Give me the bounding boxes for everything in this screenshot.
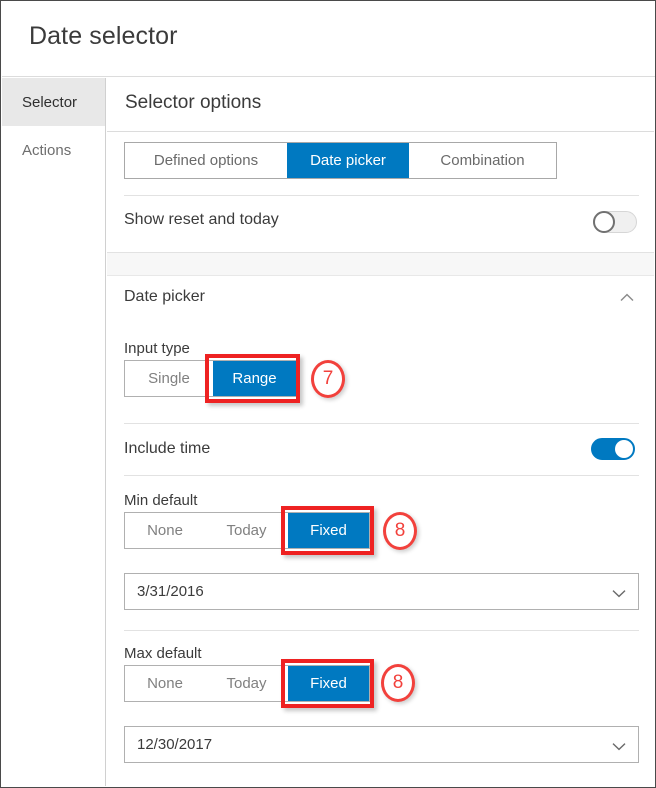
page-title: Date selector bbox=[29, 22, 178, 50]
annotation-marker-8-max: 8 bbox=[381, 664, 415, 702]
section-header-date-picker[interactable]: Date picker bbox=[107, 276, 654, 320]
toggle-knob bbox=[593, 211, 615, 233]
max-default-date-combobox[interactable]: 12/30/2017 bbox=[124, 726, 639, 763]
max-default-option-today[interactable]: Today bbox=[205, 666, 288, 701]
include-time-toggle[interactable] bbox=[591, 438, 635, 460]
segment-label: None bbox=[147, 675, 183, 692]
tab-label: Defined options bbox=[153, 152, 259, 169]
divider bbox=[124, 423, 639, 424]
min-default-date-combobox[interactable]: 3/31/2016 bbox=[124, 573, 639, 610]
min-default-label: Min default bbox=[124, 492, 198, 509]
selector-mode-tabs: Defined options Date picker Combination bbox=[124, 142, 557, 179]
max-default-option-none[interactable]: None bbox=[125, 666, 205, 701]
max-default-label: Max default bbox=[124, 645, 202, 662]
chevron-down-icon[interactable] bbox=[612, 742, 626, 751]
divider bbox=[124, 630, 639, 631]
sidebar-item-actions[interactable]: Actions bbox=[2, 126, 105, 174]
input-type-option-range[interactable]: Range bbox=[213, 361, 296, 396]
tab-combination[interactable]: Combination bbox=[409, 143, 556, 178]
tab-date-picker[interactable]: Date picker bbox=[287, 143, 409, 178]
input-type-option-single[interactable]: Single bbox=[125, 361, 213, 396]
min-default-date-value: 3/31/2016 bbox=[137, 583, 204, 600]
segment-label: Range bbox=[232, 370, 277, 387]
min-default-option-today[interactable]: Today bbox=[205, 513, 288, 548]
max-default-segmented-control: None Today Fixed bbox=[124, 665, 370, 702]
section-title: Date picker bbox=[124, 288, 205, 305]
segment-label: None bbox=[147, 522, 183, 539]
tab-label: Combination bbox=[440, 152, 525, 169]
panel-header: Selector options bbox=[107, 78, 654, 132]
window-titlebar: Date selector bbox=[2, 2, 655, 77]
segment-label: Today bbox=[226, 522, 267, 539]
sidebar-item-label: Actions bbox=[22, 141, 72, 159]
toggle-knob bbox=[615, 440, 633, 458]
segment-label: Single bbox=[148, 370, 190, 387]
segment-label: Fixed bbox=[310, 675, 347, 692]
annotation-number: 8 bbox=[394, 520, 406, 541]
date-selector-window: Date selector Selector Actions Selector … bbox=[0, 0, 656, 788]
min-default-segmented-control: None Today Fixed bbox=[124, 512, 370, 549]
section-separator-band bbox=[107, 252, 654, 276]
tab-label: Date picker bbox=[310, 152, 386, 169]
tab-defined-options[interactable]: Defined options bbox=[125, 143, 287, 178]
segment-label: Fixed bbox=[310, 522, 347, 539]
annotation-marker-8-min: 8 bbox=[383, 512, 417, 550]
max-default-option-fixed[interactable]: Fixed bbox=[288, 666, 369, 701]
annotation-number: 8 bbox=[392, 672, 404, 693]
segment-label: Today bbox=[226, 675, 267, 692]
min-default-option-none[interactable]: None bbox=[125, 513, 205, 548]
main-panel: Selector options Defined options Date pi… bbox=[107, 78, 654, 786]
row-show-reset-and-today: Show reset and today bbox=[107, 196, 654, 251]
chevron-up-icon[interactable] bbox=[620, 293, 634, 302]
input-type-segmented-control: Single Range bbox=[124, 360, 297, 397]
input-type-label: Input type bbox=[124, 340, 190, 357]
include-time-label: Include time bbox=[124, 440, 211, 457]
divider bbox=[124, 475, 639, 476]
sidebar-item-selector[interactable]: Selector bbox=[2, 78, 105, 126]
max-default-date-value: 12/30/2017 bbox=[137, 736, 213, 753]
sidebar-item-label: Selector bbox=[22, 93, 78, 111]
chevron-down-icon[interactable] bbox=[612, 589, 626, 598]
annotation-marker-7: 7 bbox=[311, 360, 345, 398]
show-reset-and-today-label: Show reset and today bbox=[124, 211, 279, 228]
show-reset-and-today-toggle[interactable] bbox=[593, 211, 637, 233]
panel-title: Selector options bbox=[125, 92, 262, 113]
sidebar: Selector Actions bbox=[2, 78, 106, 786]
min-default-option-fixed[interactable]: Fixed bbox=[288, 513, 369, 548]
annotation-number: 7 bbox=[322, 368, 334, 389]
